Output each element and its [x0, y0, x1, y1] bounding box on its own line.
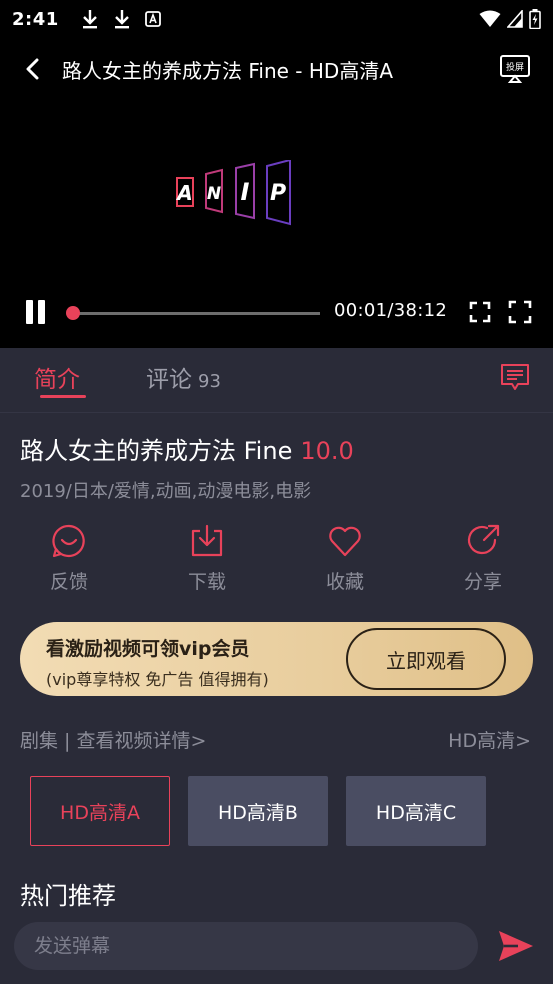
download-button[interactable]: 下载	[167, 523, 247, 594]
info-title: 路人女主的养成方法 Fine 10.0	[20, 431, 354, 466]
feedback-button[interactable]: 反馈	[29, 523, 109, 594]
status-system-icons	[479, 9, 541, 29]
battery-icon	[529, 9, 541, 29]
player-controls: 00:01/38:12	[0, 290, 553, 336]
status-time: 2:41	[12, 8, 59, 30]
episode-button[interactable]: HD高清C	[346, 776, 486, 846]
video-player[interactable]: 2:41 路人女主的养成方法 Fine - HD高清A 投屏 A N I P 0…	[0, 0, 553, 348]
fullscreen-icon	[508, 300, 532, 324]
app-notification-icon	[144, 11, 161, 27]
rating: 10.0	[300, 437, 354, 465]
signal-icon	[507, 10, 523, 28]
comment-count: 93	[198, 371, 221, 392]
chevron-left-icon	[26, 58, 39, 80]
pause-icon	[26, 300, 33, 324]
send-icon	[499, 931, 533, 961]
download-notification-icon	[114, 10, 129, 29]
progress-knob[interactable]	[66, 306, 80, 320]
logo-letter-i: I	[241, 178, 250, 206]
detail-tabs: 简介 评论 93	[0, 348, 553, 412]
action-row: 反馈 下载 收藏 分享	[0, 523, 553, 593]
heart-icon	[329, 526, 361, 557]
status-notification-icons	[81, 9, 161, 29]
download-notification-icon	[82, 10, 97, 29]
recommend-section-title: 热门推荐	[20, 882, 116, 910]
cast-button[interactable]: 投屏	[499, 54, 531, 84]
player-title-bar: 路人女主的养成方法 Fine - HD高清A 投屏	[0, 48, 553, 90]
active-tab-indicator	[40, 395, 86, 398]
logo-letter-p: P	[270, 181, 286, 206]
vip-title: 看激励视频可领vip会员	[46, 638, 250, 660]
tab-comments-label: 评论	[146, 367, 192, 393]
action-label: 分享	[463, 571, 502, 593]
time-readout: 00:01/38:12	[334, 300, 448, 321]
pause-button[interactable]	[24, 300, 48, 326]
wifi-icon	[479, 10, 501, 27]
fit-screen-icon	[469, 301, 491, 323]
cast-label: 投屏	[506, 61, 524, 73]
episodes-header: 剧集 | 查看视频详情> HD高清>	[0, 722, 553, 756]
view-details-link[interactable]: 剧集 | 查看视频详情>	[20, 726, 206, 753]
download-icon	[191, 524, 223, 557]
logo-letter-n: N	[207, 184, 221, 204]
feedback-icon	[52, 524, 85, 558]
vip-subtitle: (vip尊享特权 免广告 值得拥有)	[46, 670, 269, 689]
danmaku-input-bar	[14, 922, 478, 970]
danmaku-toggle-button[interactable]	[499, 362, 531, 392]
cast-icon: 投屏	[500, 55, 530, 83]
fullscreen-button[interactable]	[508, 300, 532, 324]
logo-letter-a: A	[175, 181, 192, 205]
video-title: 路人女主的养成方法 Fine - HD高清A	[62, 58, 393, 83]
tabs-divider	[0, 412, 553, 413]
action-label: 反馈	[49, 571, 88, 593]
share-icon	[467, 524, 500, 555]
tab-comments[interactable]: 评论 93	[146, 360, 221, 394]
vip-banner[interactable]: 看激励视频可领vip会员 (vip尊享特权 免广告 值得拥有) 立即观看	[20, 622, 533, 696]
status-bar: 2:41	[0, 0, 553, 38]
danmaku-input[interactable]	[34, 935, 454, 957]
tab-intro[interactable]: 简介	[34, 360, 80, 394]
anip-logo: A N I P	[172, 158, 296, 226]
info-meta: 2019/日本/爱情,动画,动漫电影,电影	[20, 481, 312, 502]
action-label: 收藏	[325, 571, 364, 593]
favorite-button[interactable]: 收藏	[305, 523, 385, 594]
quality-selector-link[interactable]: HD高清>	[448, 726, 531, 753]
fit-screen-button[interactable]	[468, 300, 492, 324]
send-danmaku-button[interactable]	[496, 928, 536, 964]
action-label: 下载	[187, 571, 226, 593]
danmaku-icon	[501, 364, 529, 390]
share-button[interactable]: 分享	[443, 523, 523, 594]
info-title-text: 路人女主的养成方法 Fine	[20, 437, 293, 465]
episode-button-selected[interactable]: HD高清A	[30, 776, 170, 846]
back-button[interactable]	[10, 48, 54, 90]
progress-bar[interactable]	[72, 312, 320, 315]
episode-button[interactable]: HD高清B	[188, 776, 328, 846]
watch-now-button[interactable]: 立即观看	[346, 628, 506, 690]
